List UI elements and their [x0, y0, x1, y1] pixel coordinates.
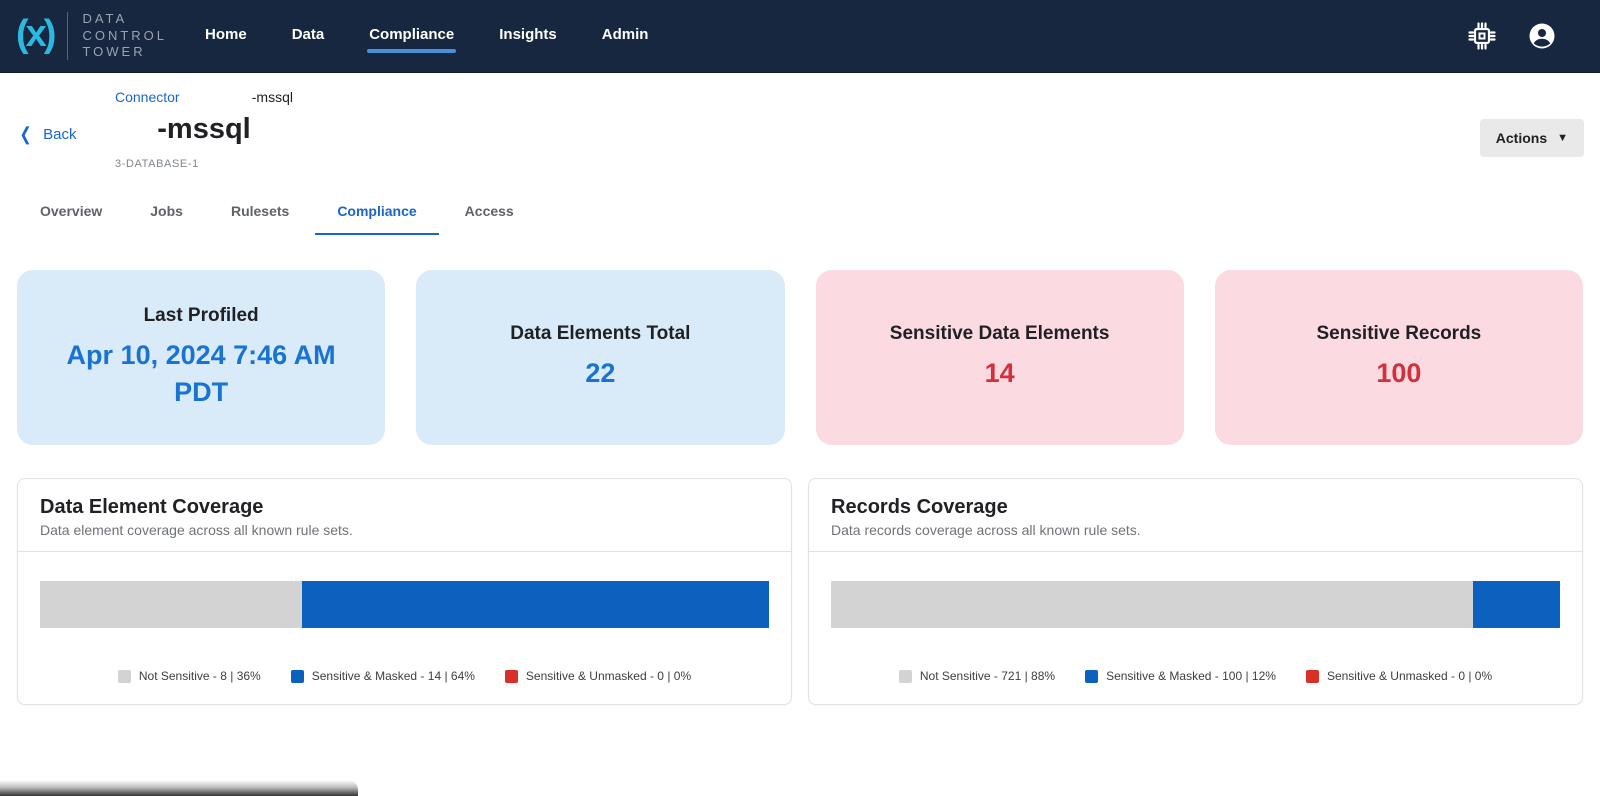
nav-item-insights[interactable]: Insights: [499, 20, 557, 53]
legend-label: Sensitive & Unmasked - 0 | 0%: [526, 669, 691, 683]
legend-swatch-gray: [118, 670, 131, 683]
legend-label: Sensitive & Masked - 100 | 12%: [1106, 669, 1276, 683]
bar-segment-sensitive-masked: [1473, 581, 1560, 628]
card-last-profiled: Last Profiled Apr 10, 2024 7:46 AM PDT: [17, 270, 385, 445]
tab-access[interactable]: Access: [443, 189, 536, 235]
card-title: Last Profiled: [144, 305, 259, 327]
legend-label: Not Sensitive - 721 | 88%: [920, 669, 1055, 683]
legend-swatch-red: [1306, 670, 1319, 683]
tab-compliance[interactable]: Compliance: [315, 189, 438, 235]
account-icon[interactable]: [1528, 22, 1556, 50]
page-header: ❮ Back Connector -mssql -mssql 3-DATABAS…: [0, 81, 1600, 187]
brand: (x) DATA CONTROL TOWER: [16, 11, 167, 62]
legend-item-sensitive-unmasked: Sensitive & Unmasked - 0 | 0%: [1306, 669, 1492, 683]
stacked-bar-chart: [40, 581, 769, 628]
legend-label: Not Sensitive - 8 | 36%: [139, 669, 261, 683]
card-sensitive-records: Sensitive Records 100: [1215, 270, 1583, 445]
chip-icon[interactable]: [1468, 22, 1496, 50]
brand-title: DATA CONTROL TOWER: [82, 11, 167, 62]
nav-item-admin[interactable]: Admin: [602, 20, 649, 53]
actions-button[interactable]: Actions ▼: [1480, 119, 1584, 157]
detail-tabs: Overview Jobs Rulesets Compliance Access: [0, 189, 1600, 235]
bar-segment-sensitive-masked: [302, 581, 769, 628]
nav-item-compliance[interactable]: Compliance: [369, 20, 454, 53]
top-navbar: (x) DATA CONTROL TOWER Home Data Complia…: [0, 0, 1600, 73]
coverage-panels: Data Element Coverage Data element cover…: [0, 478, 1600, 705]
card-title: Sensitive Records: [1317, 323, 1482, 345]
chart-legend: Not Sensitive - 8 | 36% Sensitive & Mask…: [28, 669, 781, 683]
brand-line-2: CONTROL: [82, 28, 167, 43]
brand-line-3: TOWER: [82, 44, 145, 59]
tab-rulesets[interactable]: Rulesets: [209, 189, 311, 235]
back-label: Back: [43, 126, 76, 143]
delphix-logo-icon: (x): [16, 15, 67, 53]
card-value: 100: [1376, 355, 1421, 391]
actions-label: Actions: [1496, 130, 1547, 146]
legend-item-sensitive-unmasked: Sensitive & Unmasked - 0 | 0%: [505, 669, 691, 683]
bar-segment-not-sensitive: [40, 581, 302, 628]
title-block: Connector -mssql -mssql 3-DATABASE-1: [115, 89, 293, 170]
legend-swatch-red: [505, 670, 518, 683]
summary-cards: Last Profiled Apr 10, 2024 7:46 AM PDT D…: [0, 270, 1600, 445]
nav-item-data[interactable]: Data: [292, 20, 325, 53]
nav-item-home[interactable]: Home: [205, 20, 247, 53]
panel-title: Data Element Coverage: [40, 496, 769, 519]
card-value: 14: [985, 355, 1015, 391]
legend-item-sensitive-masked: Sensitive & Masked - 100 | 12%: [1085, 669, 1276, 683]
breadcrumb-connector-link[interactable]: Connector: [115, 89, 180, 105]
records-coverage-panel: Records Coverage Data records coverage a…: [808, 478, 1583, 705]
legend-swatch-blue: [1085, 670, 1098, 683]
tab-overview[interactable]: Overview: [18, 189, 124, 235]
panel-header: Data Element Coverage Data element cover…: [18, 479, 791, 552]
chart-legend: Not Sensitive - 721 | 88% Sensitive & Ma…: [819, 669, 1572, 683]
card-sensitive-data-elements: Sensitive Data Elements 14: [816, 270, 1184, 445]
legend-item-not-sensitive: Not Sensitive - 8 | 36%: [118, 669, 261, 683]
page-subtitle: 3-DATABASE-1: [115, 158, 293, 170]
breadcrumb-current: -mssql: [252, 89, 293, 105]
card-value: 22: [585, 355, 615, 391]
main-nav: Home Data Compliance Insights Admin: [205, 20, 648, 53]
legend-swatch-gray: [899, 670, 912, 683]
bar-segment-not-sensitive: [831, 581, 1473, 628]
card-title: Sensitive Data Elements: [890, 323, 1110, 345]
brand-divider: [67, 12, 68, 60]
navbar-right: [1468, 22, 1556, 50]
legend-label: Sensitive & Masked - 14 | 64%: [312, 669, 475, 683]
caret-down-icon: ▼: [1557, 132, 1568, 144]
brand-line-1: DATA: [82, 11, 127, 26]
panel-header: Records Coverage Data records coverage a…: [809, 479, 1582, 552]
card-data-elements-total: Data Elements Total 22: [416, 270, 784, 445]
card-title: Data Elements Total: [510, 323, 690, 345]
legend-item-sensitive-masked: Sensitive & Masked - 14 | 64%: [291, 669, 475, 683]
legend-label: Sensitive & Unmasked - 0 | 0%: [1327, 669, 1492, 683]
panel-subtitle: Data element coverage across all known r…: [40, 522, 769, 538]
data-element-coverage-panel: Data Element Coverage Data element cover…: [17, 478, 792, 705]
page-title: -mssql: [115, 113, 293, 146]
bottom-overlay-bar: [0, 780, 358, 796]
legend-swatch-blue: [291, 670, 304, 683]
tab-jobs[interactable]: Jobs: [128, 189, 205, 235]
panel-subtitle: Data records coverage across all known r…: [831, 522, 1560, 538]
back-button[interactable]: ❮ Back: [18, 125, 76, 143]
chevron-left-icon: ❮: [20, 125, 32, 143]
breadcrumb: Connector -mssql: [115, 89, 293, 105]
stacked-bar-chart: [831, 581, 1560, 628]
legend-item-not-sensitive: Not Sensitive - 721 | 88%: [899, 669, 1055, 683]
card-value: Apr 10, 2024 7:46 AM PDT: [53, 337, 349, 410]
panel-title: Records Coverage: [831, 496, 1560, 519]
